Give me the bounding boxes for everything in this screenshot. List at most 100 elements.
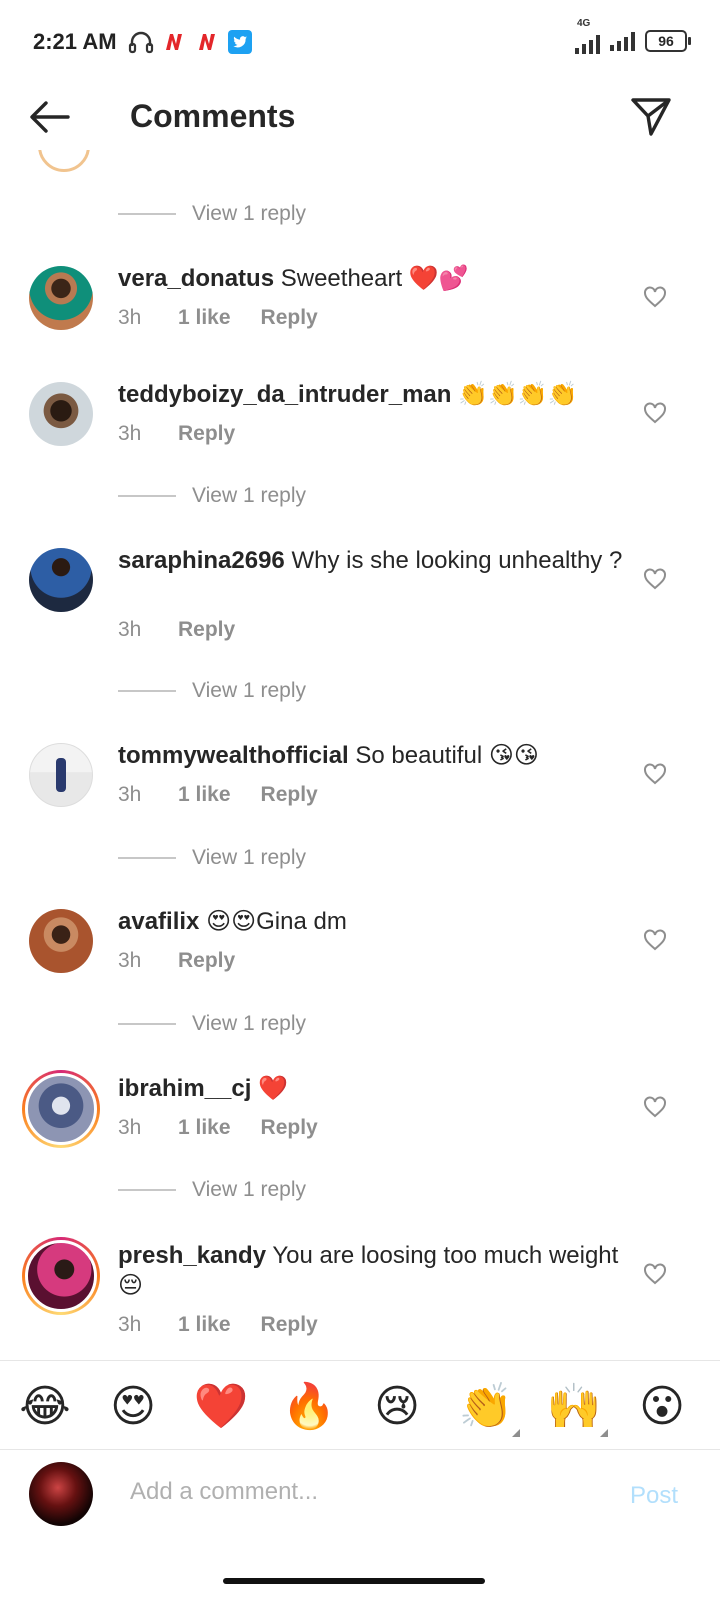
- comment-text: avafilix 😍😍Gina dm: [118, 907, 630, 937]
- comment-meta: 3h Reply: [118, 422, 235, 446]
- news-app-icon: [166, 34, 182, 50]
- comment-likes[interactable]: 1 like: [178, 1313, 231, 1337]
- comment-body: ❤️: [258, 1075, 288, 1102]
- view-replies-button[interactable]: View 1 reply: [118, 202, 306, 226]
- comment-meta: 3h Reply: [118, 618, 235, 642]
- view-replies-label: View 1 reply: [192, 1012, 307, 1035]
- skin-tone-indicator-icon: [600, 1429, 608, 1437]
- comment-time: 3h: [118, 618, 142, 641]
- view-replies-button[interactable]: View 1 reply: [118, 679, 306, 703]
- comment-body: So beautiful 😘😘: [355, 742, 539, 769]
- emoji-heart-button[interactable]: ❤️: [193, 1379, 249, 1435]
- emoji-heart-eyes-button[interactable]: 😍: [105, 1379, 161, 1435]
- divider: [118, 690, 176, 692]
- heart-icon[interactable]: [643, 402, 667, 424]
- comment-meta: 3h 1 like Reply: [118, 1313, 318, 1337]
- cellular-4g-icon: 4G: [575, 18, 600, 54]
- view-replies-button[interactable]: View 1 reply: [118, 1178, 306, 1202]
- divider: [118, 1023, 176, 1025]
- emoji-clap-button[interactable]: 👏: [458, 1379, 520, 1437]
- avatar: [25, 1073, 97, 1145]
- view-replies-label: View 1 reply: [192, 202, 307, 225]
- comment-composer: Post: [0, 1450, 720, 1550]
- avatar-story-ring[interactable]: [22, 1070, 100, 1148]
- comment-input[interactable]: [130, 1478, 590, 1506]
- battery-level: 96: [658, 33, 674, 49]
- avatar-story-ring[interactable]: [22, 1237, 100, 1315]
- direct-send-icon[interactable]: [630, 96, 672, 138]
- comment-time: 3h: [118, 1116, 142, 1139]
- reply-button[interactable]: Reply: [261, 1116, 318, 1140]
- skin-tone-indicator-icon: [512, 1429, 520, 1437]
- comment-text: tommywealthofficial So beautiful 😘😘: [118, 741, 630, 771]
- emoji-raised-hands-button[interactable]: 🙌: [546, 1379, 608, 1437]
- comment-username[interactable]: teddyboizy_da_intruder_man: [118, 381, 451, 408]
- view-replies-button[interactable]: View 1 reply: [118, 484, 306, 508]
- divider: [118, 857, 176, 859]
- comment-username[interactable]: saraphina2696: [118, 547, 285, 574]
- comment-username[interactable]: tommywealthofficial: [118, 742, 349, 769]
- avatar[interactable]: [29, 382, 93, 446]
- emoji-clap: 👏: [458, 1382, 514, 1431]
- heart-icon[interactable]: [643, 1263, 667, 1285]
- header: Comments: [0, 84, 720, 150]
- comment-time: 3h: [118, 783, 142, 806]
- avatar[interactable]: [29, 909, 93, 973]
- reply-button[interactable]: Reply: [178, 949, 235, 973]
- comment-username[interactable]: ibrahim__cj: [118, 1075, 251, 1102]
- back-arrow-icon[interactable]: [28, 98, 72, 136]
- cellular-signal-icon: [610, 31, 635, 51]
- comments-list[interactable]: View 1 reply vera_donatus Sweetheart ❤️💕…: [0, 150, 720, 1360]
- reply-button[interactable]: Reply: [261, 783, 318, 807]
- avatar[interactable]: [29, 548, 93, 612]
- reply-button[interactable]: Reply: [261, 306, 318, 330]
- current-user-avatar: [29, 1462, 93, 1526]
- view-replies-label: View 1 reply: [192, 484, 307, 507]
- comment-body: 👏👏👏👏: [458, 381, 578, 408]
- comment-meta: 3h Reply: [118, 949, 235, 973]
- emoji-joy-button[interactable]: 😂: [17, 1379, 73, 1435]
- divider: [118, 1189, 176, 1191]
- comment-likes[interactable]: 1 like: [178, 306, 231, 330]
- heart-icon[interactable]: [643, 763, 667, 785]
- reply-button[interactable]: Reply: [261, 1313, 318, 1337]
- comment-body: 😍😍Gina dm: [206, 908, 347, 935]
- emoji-fire-button[interactable]: 🔥: [281, 1379, 337, 1435]
- comment-text: saraphina2696 Why is she looking unhealt…: [118, 546, 630, 576]
- battery-icon: 96: [645, 30, 691, 52]
- post-button[interactable]: Post: [630, 1482, 678, 1510]
- twitter-icon: [228, 30, 252, 54]
- view-replies-button[interactable]: View 1 reply: [118, 846, 306, 870]
- heart-icon[interactable]: [643, 568, 667, 590]
- avatar[interactable]: [29, 266, 93, 330]
- news-app-icon: [199, 34, 215, 50]
- comment-username[interactable]: presh_kandy: [118, 1242, 266, 1269]
- comment-text: vera_donatus Sweetheart ❤️💕: [118, 264, 630, 294]
- reply-button[interactable]: Reply: [178, 618, 235, 642]
- emoji-cry-button[interactable]: 😢: [369, 1379, 425, 1435]
- comment-meta: 3h 1 like Reply: [118, 1116, 318, 1140]
- comment-likes[interactable]: 1 like: [178, 1116, 231, 1140]
- page-title: Comments: [130, 98, 296, 134]
- reply-button[interactable]: Reply: [178, 422, 235, 446]
- home-indicator[interactable]: [223, 1578, 485, 1584]
- comment-time: 3h: [118, 306, 142, 329]
- comment-username[interactable]: vera_donatus: [118, 265, 274, 292]
- avatar: [38, 150, 90, 172]
- view-replies-label: View 1 reply: [192, 1178, 307, 1201]
- heart-icon[interactable]: [643, 929, 667, 951]
- comment-meta: 3h 1 like Reply: [118, 783, 318, 807]
- comment-username[interactable]: avafilix: [118, 908, 199, 935]
- avatar[interactable]: [29, 743, 93, 807]
- divider: [118, 213, 176, 215]
- comment-meta: 3h 1 like Reply: [118, 306, 318, 330]
- status-right: 4G 96: [575, 18, 691, 54]
- comment-text: teddyboizy_da_intruder_man 👏👏👏👏: [118, 380, 630, 410]
- status-time: 2:21 AM: [33, 29, 117, 54]
- comment-likes[interactable]: 1 like: [178, 783, 231, 807]
- emoji-open-mouth-button[interactable]: 😮: [634, 1379, 690, 1435]
- view-replies-button[interactable]: View 1 reply: [118, 1012, 306, 1036]
- heart-icon[interactable]: [643, 286, 667, 308]
- emoji-raised-hands: 🙌: [546, 1382, 602, 1431]
- heart-icon[interactable]: [643, 1096, 667, 1118]
